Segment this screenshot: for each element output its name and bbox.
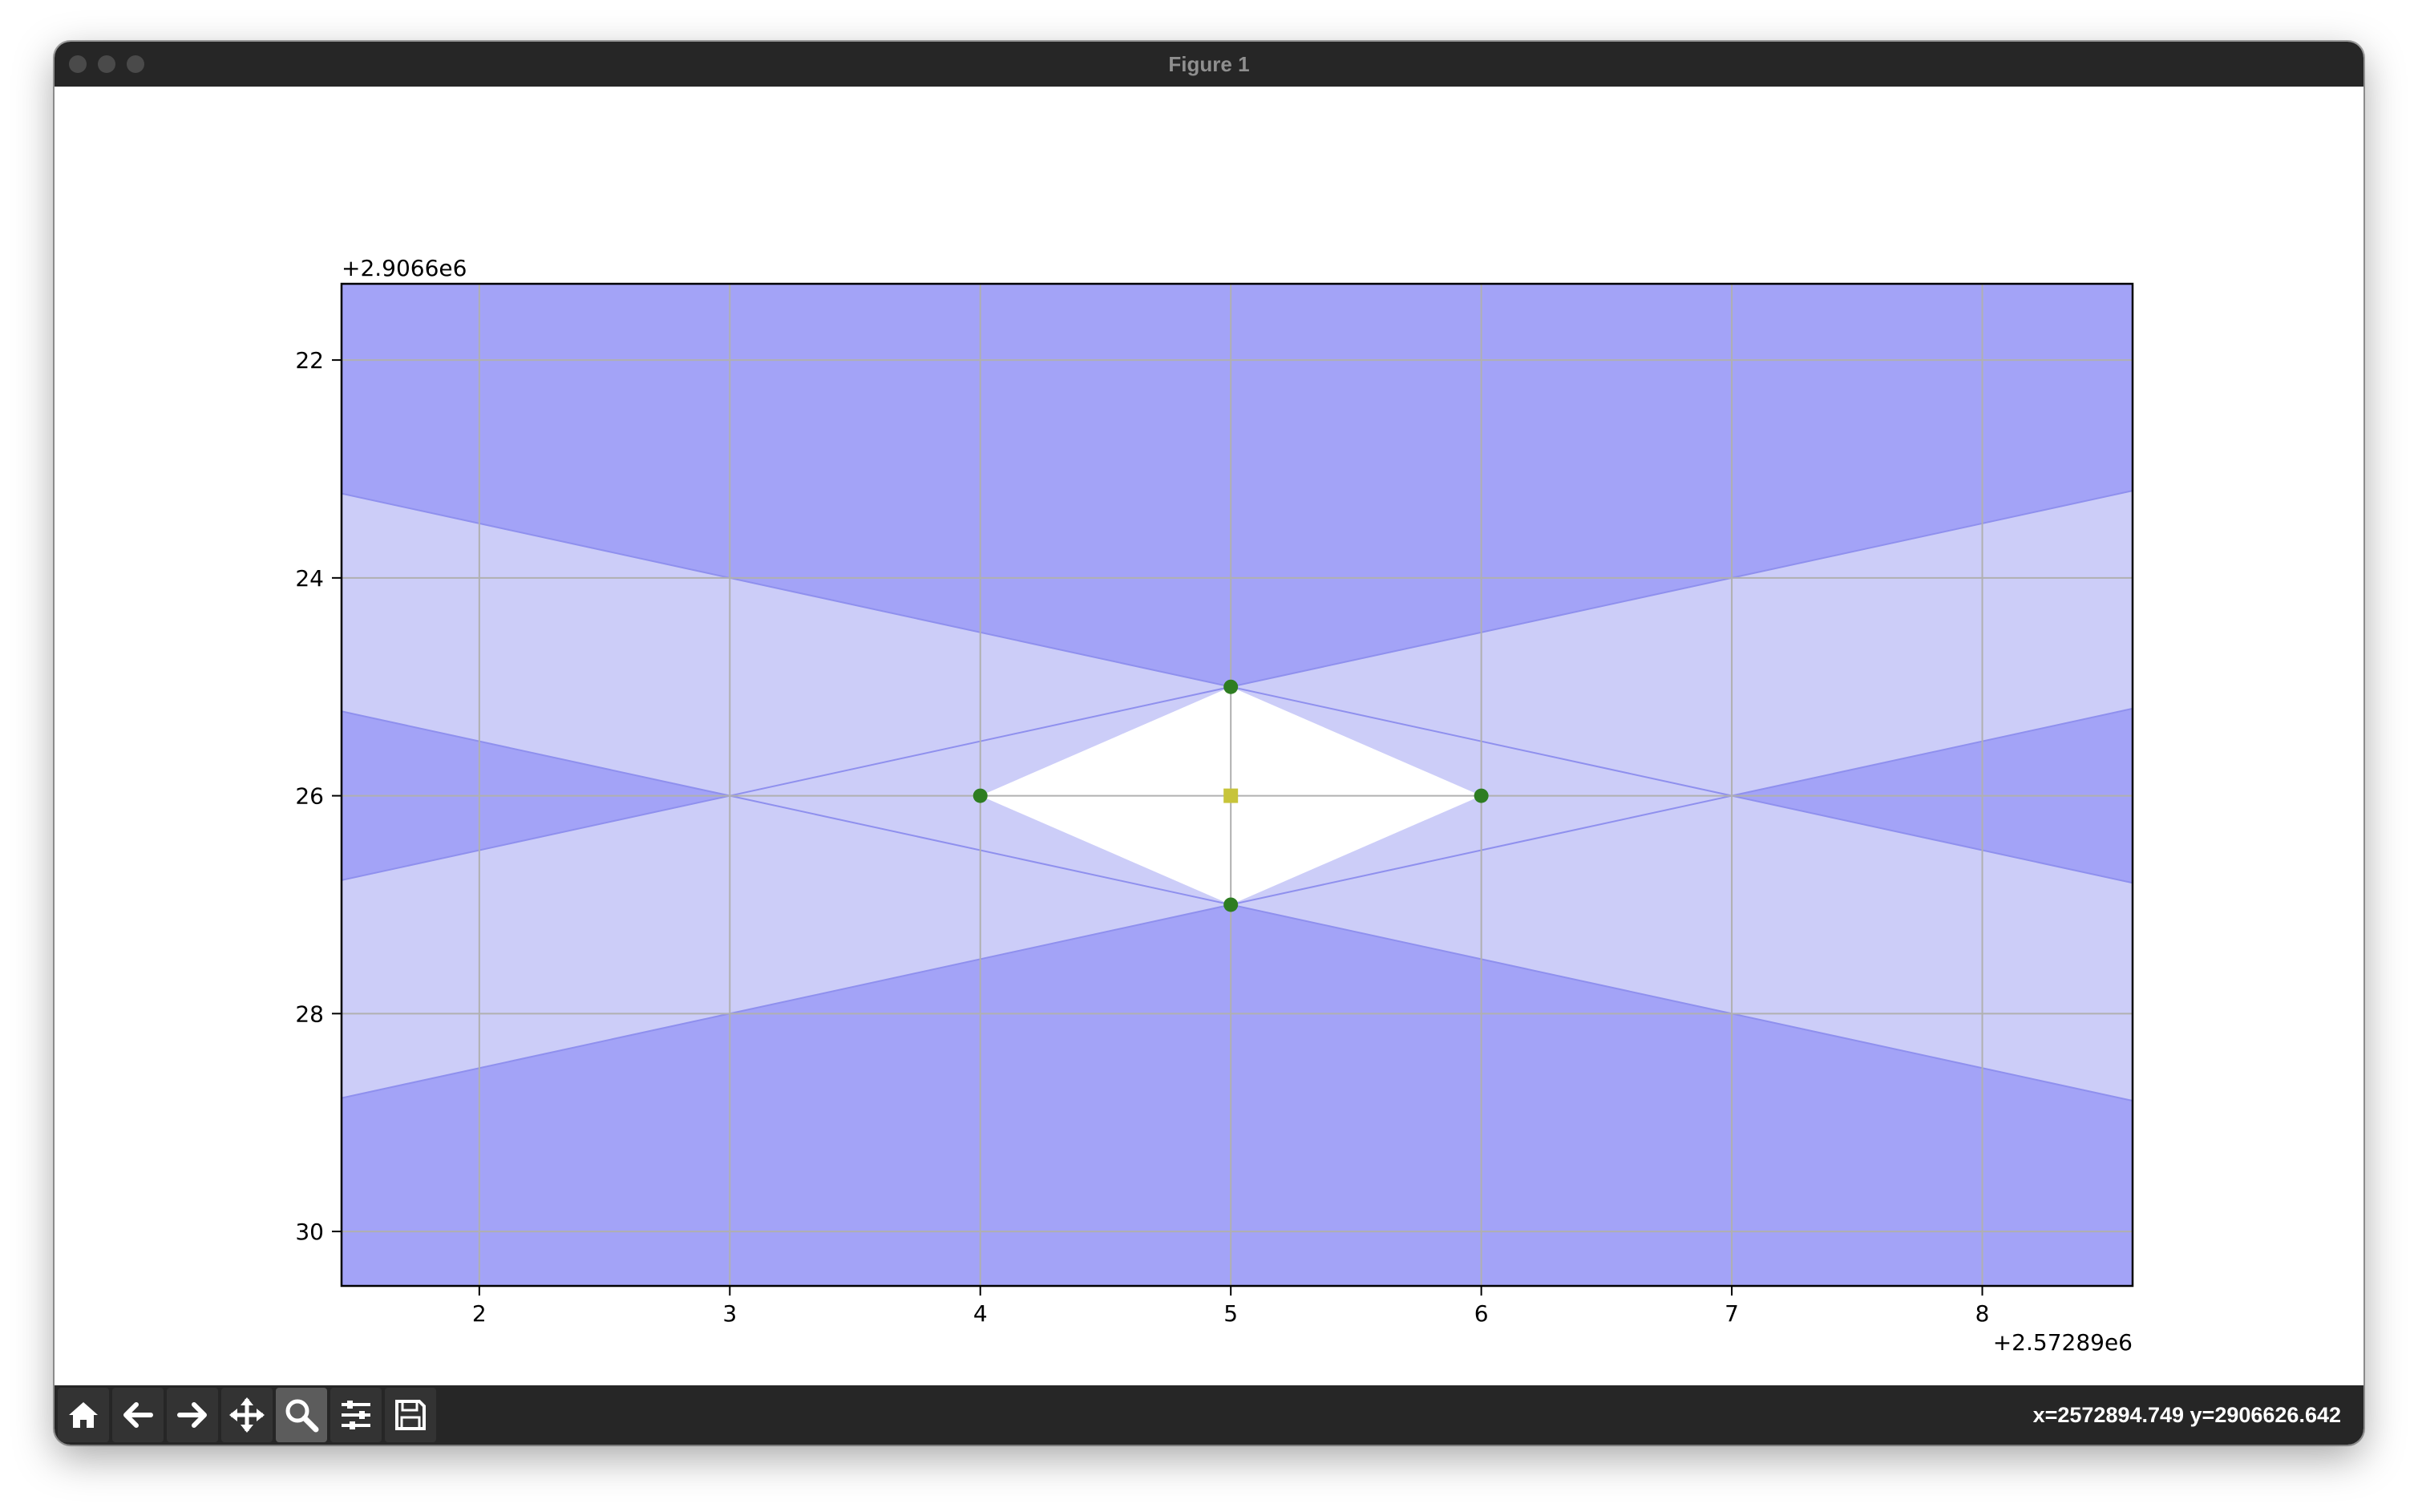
forward-arrow-icon	[177, 1402, 207, 1428]
data-point	[1223, 679, 1239, 694]
home-button[interactable]	[58, 1388, 109, 1442]
x-tick-label: 5	[1223, 1300, 1238, 1327]
configure-subplots-button[interactable]	[330, 1388, 382, 1442]
navigation-toolbar: x=2572894.749 y=2906626.642	[55, 1385, 2363, 1445]
forward-button[interactable]	[167, 1388, 218, 1442]
x-tick-label: 6	[1474, 1300, 1489, 1327]
axes-content	[342, 284, 2133, 1286]
window-title: Figure 1	[1168, 51, 1250, 76]
y-tick-label: 30	[295, 1219, 324, 1245]
zoom-magnifier-icon	[285, 1399, 319, 1433]
data-point	[1223, 897, 1239, 912]
close-window-icon[interactable]	[69, 55, 87, 73]
x-tick-label: 2	[472, 1300, 487, 1327]
minimize-window-icon[interactable]	[98, 55, 115, 73]
plot-area[interactable]: 2 3 4 5 6 7 8 22 24 26 28 30 +2.9066e6 +2.57289e6	[55, 87, 2363, 1385]
home-icon	[69, 1402, 98, 1428]
subplots-sliders-icon	[342, 1401, 370, 1429]
maximize-window-icon[interactable]	[127, 55, 144, 73]
back-button[interactable]	[112, 1388, 164, 1442]
x-offset-label: +2.57289e6	[1993, 1329, 2133, 1356]
figure-window: Figure 1 2 3 4 5 6 7 8 22 24 26 28 30 +2.9066e6 +2.57…	[55, 42, 2363, 1445]
x-tick-label: 8	[1975, 1300, 1990, 1327]
figure-canvas[interactable]: 2 3 4 5 6 7 8 22 24 26 28 30 +2.9066e6 +2.57289e6	[55, 87, 2363, 1385]
cursor-coordinates: x=2572894.749 y=2906626.642	[2032, 1402, 2341, 1427]
pan-button[interactable]	[221, 1388, 273, 1442]
y-offset-label: +2.9066e6	[342, 255, 467, 281]
center-square-marker	[1223, 788, 1239, 803]
back-arrow-icon	[123, 1402, 153, 1428]
zoom-button[interactable]	[276, 1388, 327, 1442]
data-point	[972, 788, 988, 803]
x-tick-label: 7	[1725, 1300, 1739, 1327]
y-tick-label: 26	[295, 783, 324, 810]
y-tick-label: 24	[295, 565, 324, 592]
pan-move-icon	[229, 1397, 265, 1433]
y-tick-label: 28	[295, 1001, 324, 1027]
data-point	[1474, 788, 1489, 803]
save-disk-icon	[395, 1400, 426, 1430]
x-tick-label: 3	[722, 1300, 737, 1327]
title-bar: Figure 1	[55, 42, 2363, 87]
y-tick-label: 22	[295, 347, 324, 374]
save-button[interactable]	[385, 1388, 436, 1442]
x-tick-label: 4	[973, 1300, 988, 1327]
